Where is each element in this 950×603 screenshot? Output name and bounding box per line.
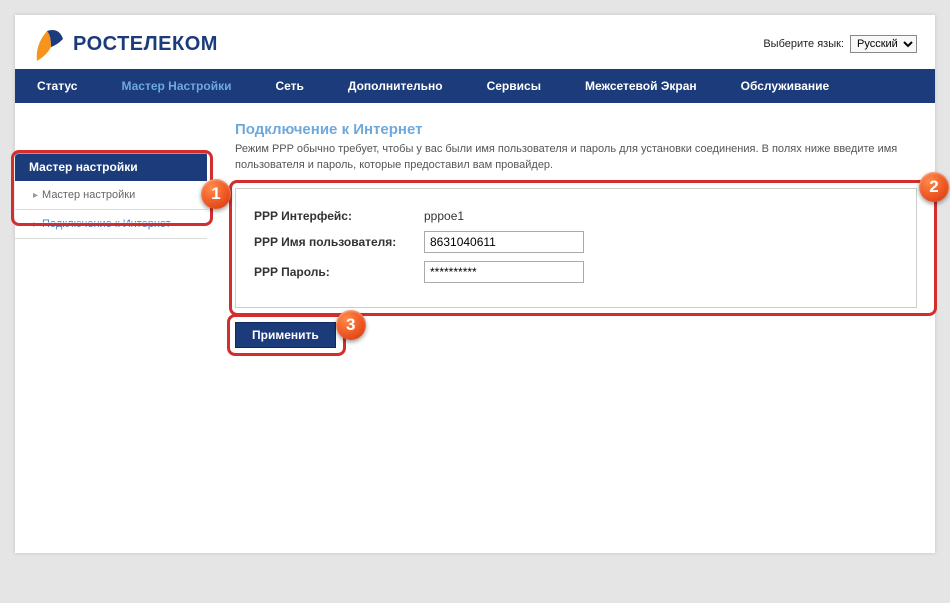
row-interface: PPP Интерфейс: pppoe1 xyxy=(254,209,898,223)
rostelecom-icon xyxy=(33,25,65,63)
ppp-form: PPP Интерфейс: pppoe1 PPP Имя пользовате… xyxy=(235,188,917,308)
page-title: Подключение к Интернет xyxy=(235,121,917,138)
language-selector: Выберите язык: Русский xyxy=(763,35,917,53)
callout-badge-2: 2 xyxy=(919,172,949,202)
page-description: Режим PPP обычно требует, чтобы у вас бы… xyxy=(235,142,917,174)
content: Подключение к Интернет Режим PPP обычно … xyxy=(215,103,935,348)
row-username: PPP Имя пользователя: xyxy=(254,231,898,253)
language-label: Выберите язык: xyxy=(763,38,844,50)
top-nav: Статус Мастер Настройки Сеть Дополнитель… xyxy=(15,69,935,103)
label-interface: PPP Интерфейс: xyxy=(254,209,424,223)
nav-firewall[interactable]: Межсетевой Экран xyxy=(563,69,719,103)
nav-maintenance[interactable]: Обслуживание xyxy=(719,69,852,103)
sidebar-item-internet[interactable]: Подключение к Интернет xyxy=(15,210,207,239)
nav-wizard[interactable]: Мастер Настройки xyxy=(99,69,253,103)
callout-badge-3: 3 xyxy=(336,310,366,340)
header: РОСТЕЛЕКОМ Выберите язык: Русский xyxy=(15,15,935,69)
input-password[interactable] xyxy=(424,261,584,283)
value-interface: pppoe1 xyxy=(424,209,464,223)
sidebar-heading: Мастер настройки xyxy=(15,151,207,181)
label-password: PPP Пароль: xyxy=(254,265,424,279)
sidebar-item-wizard[interactable]: Мастер настройки xyxy=(15,181,207,210)
brand-logo: РОСТЕЛЕКОМ xyxy=(33,25,218,63)
label-username: PPP Имя пользователя: xyxy=(254,235,424,249)
nav-network[interactable]: Сеть xyxy=(253,69,325,103)
apply-button[interactable]: Применить xyxy=(235,322,336,348)
nav-services[interactable]: Сервисы xyxy=(465,69,563,103)
row-password: PPP Пароль: xyxy=(254,261,898,283)
nav-advanced[interactable]: Дополнительно xyxy=(326,69,465,103)
nav-status[interactable]: Статус xyxy=(15,69,99,103)
main-area: Мастер настройки Мастер настройки Подклю… xyxy=(15,103,935,553)
brand-text: РОСТЕЛЕКОМ xyxy=(73,33,218,56)
language-select[interactable]: Русский xyxy=(850,35,917,53)
input-username[interactable] xyxy=(424,231,584,253)
app-window: РОСТЕЛЕКОМ Выберите язык: Русский Статус… xyxy=(15,15,935,553)
sidebar: Мастер настройки Мастер настройки Подклю… xyxy=(15,103,215,239)
